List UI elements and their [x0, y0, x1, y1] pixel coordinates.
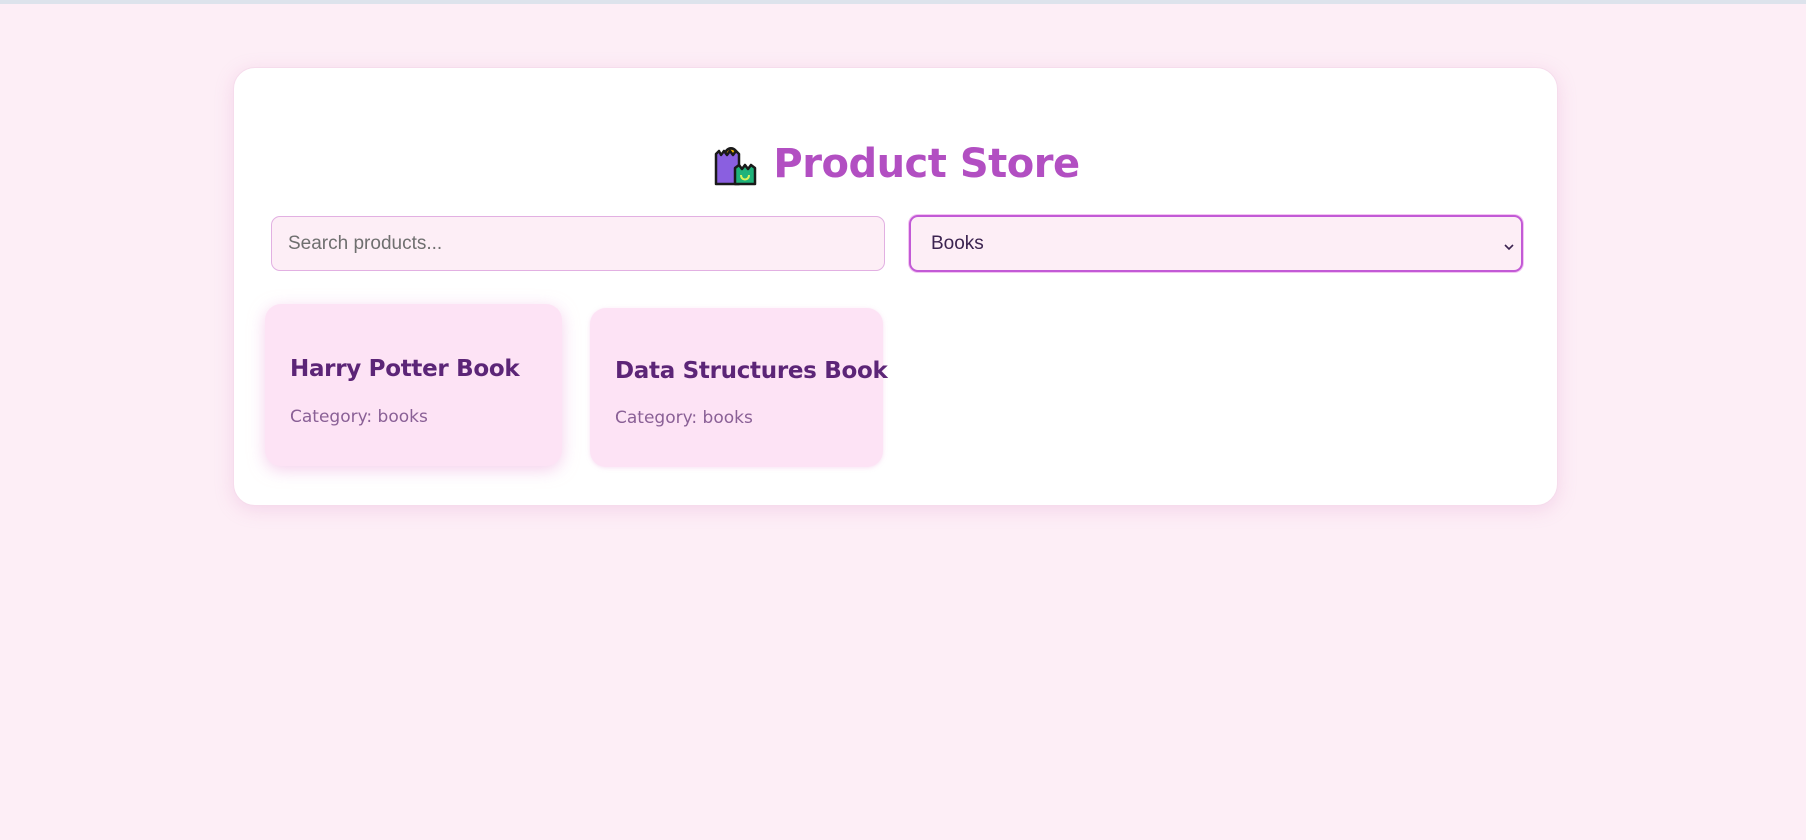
header: Product Store [234, 134, 1557, 194]
shopping-bags-icon [711, 140, 759, 188]
product-card[interactable]: Data Structures Book Category: books [590, 308, 888, 467]
product-card[interactable]: Harry Potter Book Category: books [265, 304, 562, 466]
category-select-value: Books [931, 232, 984, 254]
page-title: Product Store [773, 141, 1080, 187]
product-category: Category: books [290, 407, 428, 427]
chevron-down-icon [1503, 238, 1515, 250]
search-input[interactable] [271, 216, 885, 271]
store-panel: Product Store Books Harry Potter Book Ca… [233, 67, 1558, 506]
product-category: Category: books [615, 408, 753, 428]
category-select[interactable]: Books [909, 215, 1523, 272]
product-name: Harry Potter Book [290, 356, 520, 382]
product-name: Data Structures Book [615, 358, 888, 384]
browser-top-strip [0, 0, 1806, 4]
